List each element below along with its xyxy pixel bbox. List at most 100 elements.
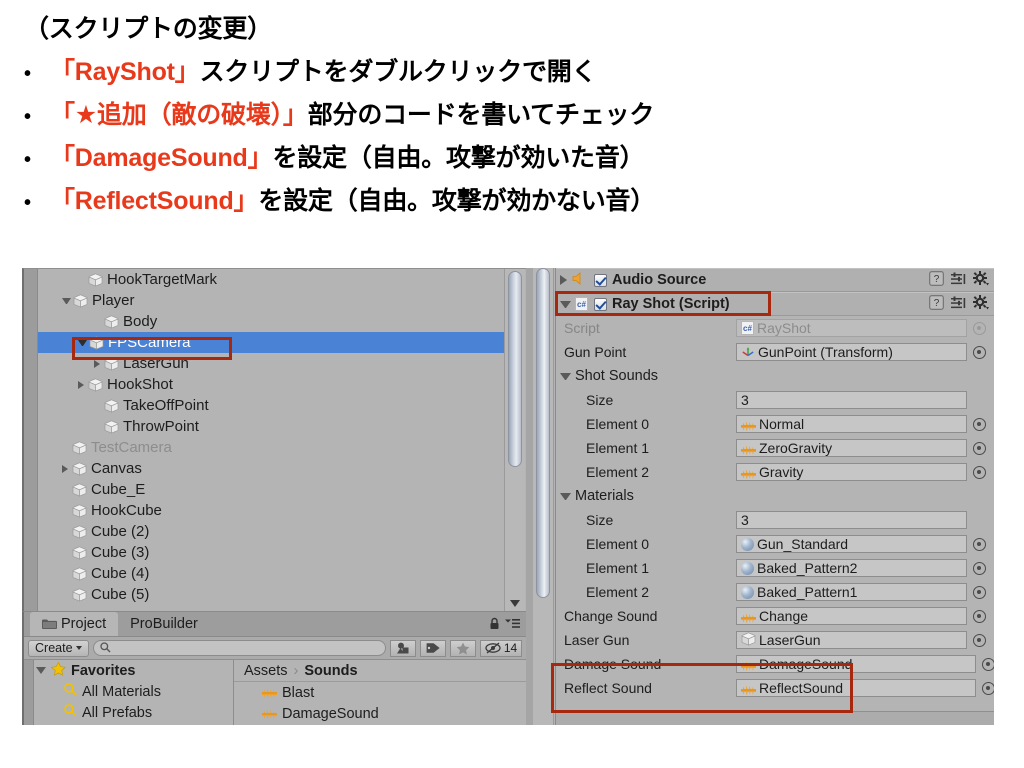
help-icon[interactable]: ?	[929, 295, 944, 313]
chevron-right-icon[interactable]	[78, 380, 84, 389]
hierarchy-item[interactable]: HookCube	[38, 500, 504, 521]
object-picker-icon[interactable]	[982, 681, 994, 695]
object-picker-icon[interactable]	[973, 609, 986, 623]
project-favorites-column[interactable]: Favorites All Materials All Prefabs	[24, 660, 234, 725]
object-picker-icon[interactable]	[982, 657, 994, 671]
asset-item[interactable]: Blast	[234, 682, 526, 703]
inspector-field[interactable]: Size 3	[556, 388, 994, 412]
inspector-field[interactable]: Element 2 Gravity	[556, 460, 994, 484]
object-picker-icon[interactable]	[973, 345, 986, 359]
inspector-field-value[interactable]: 3	[736, 511, 967, 529]
filter-by-type-button[interactable]	[390, 639, 416, 657]
chevron-right-icon[interactable]	[94, 359, 100, 368]
favorite-all-materials[interactable]: All Materials	[24, 681, 233, 702]
hierarchy-item[interactable]: ThrowPoint	[38, 416, 504, 437]
hierarchy-item[interactable]: Cube (5)	[38, 584, 504, 605]
panel-menu-icon[interactable]	[505, 617, 520, 632]
inspector-foldout[interactable]: Shot Sounds	[556, 364, 994, 388]
component-list[interactable]: Audio Source? c# Ray Shot (Script)?	[556, 268, 994, 316]
chevron-down-icon[interactable]	[560, 372, 571, 380]
hierarchy-panel[interactable]: HookTargetMark Player Body FPSCamera LaserGu…	[22, 268, 526, 611]
inspector-field-value[interactable]: LaserGun	[736, 631, 967, 649]
lock-icon[interactable]	[489, 617, 500, 633]
hierarchy-item[interactable]: Cube (4)	[38, 563, 504, 584]
hierarchy-item[interactable]: Cube_E	[38, 479, 504, 500]
inspector-field-value[interactable]: DamageSound	[736, 655, 976, 673]
inspector-field-value[interactable]: c# RayShot	[736, 319, 967, 337]
search-input[interactable]	[92, 640, 386, 656]
object-picker-icon[interactable]	[973, 465, 986, 479]
hidden-objects-button[interactable]: 14	[480, 639, 522, 657]
breadcrumb-sounds[interactable]: Sounds	[304, 663, 357, 679]
chevron-right-icon[interactable]	[560, 275, 568, 285]
inspector-content[interactable]: Audio Source? c# Ray Shot (Script)? Script…	[555, 268, 994, 725]
hierarchy-item[interactable]: Player	[38, 290, 504, 311]
asset-item[interactable]: DamageSound	[234, 703, 526, 724]
create-button[interactable]: Create	[28, 639, 89, 657]
chevron-down-icon[interactable]	[560, 300, 571, 308]
inspector-field-value[interactable]: 3	[736, 391, 967, 409]
gear-icon[interactable]	[973, 295, 989, 313]
inspector-panel[interactable]: Audio Source? c# Ray Shot (Script)? Script…	[533, 268, 994, 725]
hierarchy-scrollbar[interactable]	[504, 269, 525, 611]
inspector-field-list[interactable]: Script c# RayShot Gun Point GunPoint (Transf…	[556, 316, 994, 700]
inspector-field-value[interactable]: Baked_Pattern1	[736, 583, 967, 601]
hierarchy-item[interactable]: HookTargetMark	[38, 269, 504, 290]
preset-icon[interactable]	[951, 296, 966, 313]
preset-icon[interactable]	[951, 272, 966, 289]
hierarchy-item[interactable]: TakeOffPoint	[38, 395, 504, 416]
breadcrumb[interactable]: Assets › Sounds	[234, 660, 526, 682]
inspector-scroll-thumb[interactable]	[536, 268, 550, 598]
component-header-icons[interactable]: ?	[929, 269, 989, 291]
inspector-field[interactable]: Element 1 Baked_Pattern2	[556, 556, 994, 580]
inspector-field-value[interactable]: ReflectSound	[736, 679, 976, 697]
hierarchy-item[interactable]: Canvas	[38, 458, 504, 479]
tab-probuilder[interactable]: ProBuilder	[118, 612, 210, 636]
inspector-field-value[interactable]: Gun_Standard	[736, 535, 967, 553]
inspector-field[interactable]: Laser Gun LaserGun	[556, 628, 994, 652]
inspector-field-value[interactable]: Gravity	[736, 463, 967, 481]
favorite-all-prefabs[interactable]: All Prefabs	[24, 702, 233, 723]
gear-icon[interactable]	[973, 271, 989, 289]
hierarchy-item[interactable]: TestCamera	[38, 437, 504, 458]
object-picker-icon[interactable]	[973, 441, 986, 455]
inspector-field-value[interactable]: Baked_Pattern2	[736, 559, 967, 577]
project-tab-right-controls[interactable]	[489, 612, 520, 637]
hierarchy-item[interactable]: LaserGun	[38, 353, 504, 374]
object-picker-icon[interactable]	[973, 561, 986, 575]
object-picker-icon[interactable]	[973, 585, 986, 599]
project-toolbar[interactable]: Create 14	[24, 637, 526, 660]
inspector-field[interactable]: Gun Point GunPoint (Transform)	[556, 340, 994, 364]
favorites-row[interactable]: Favorites	[24, 660, 233, 681]
inspector-field-value[interactable]: GunPoint (Transform)	[736, 343, 967, 361]
inspector-field[interactable]: Damage Sound DamageSound	[556, 652, 994, 676]
hierarchy-list[interactable]: HookTargetMark Player Body FPSCamera LaserGu…	[38, 269, 504, 605]
project-assets-column[interactable]: Assets › Sounds Blast DamageSound	[234, 660, 526, 725]
chevron-down-icon[interactable]	[560, 492, 571, 500]
inspector-scrollbar[interactable]	[533, 268, 554, 725]
inspector-field[interactable]: Size 3	[556, 508, 994, 532]
chevron-down-icon[interactable]	[62, 297, 71, 304]
object-picker-icon[interactable]	[973, 417, 986, 431]
hierarchy-item[interactable]: FPSCamera	[38, 332, 504, 353]
hierarchy-item[interactable]: Cube (3)	[38, 542, 504, 563]
project-tab-bar[interactable]: Project ProBuilder	[24, 612, 526, 637]
hierarchy-scroll-thumb[interactable]	[508, 271, 522, 467]
component-enabled-checkbox[interactable]	[594, 297, 607, 311]
object-picker-icon[interactable]	[973, 633, 986, 647]
inspector-field[interactable]: Element 1 ZeroGravity	[556, 436, 994, 460]
assets-list[interactable]: Blast DamageSound	[234, 682, 526, 724]
hierarchy-item[interactable]: Cube (2)	[38, 521, 504, 542]
chevron-right-icon[interactable]	[62, 464, 68, 473]
project-panel[interactable]: Project ProBuilder Create 14 Favorites A…	[22, 611, 526, 725]
inspector-field[interactable]: Element 2 Baked_Pattern1	[556, 580, 994, 604]
component-header[interactable]: Audio Source?	[556, 268, 994, 292]
inspector-field[interactable]: Script c# RayShot	[556, 316, 994, 340]
inspector-field[interactable]: Element 0 Normal	[556, 412, 994, 436]
filter-favorites-button[interactable]	[450, 639, 476, 657]
inspector-field[interactable]: Change Sound Change	[556, 604, 994, 628]
component-header-icons[interactable]: ?	[929, 293, 989, 315]
hierarchy-item[interactable]: HookShot	[38, 374, 504, 395]
inspector-field[interactable]: Element 0 Gun_Standard	[556, 532, 994, 556]
tab-project[interactable]: Project	[30, 612, 119, 636]
